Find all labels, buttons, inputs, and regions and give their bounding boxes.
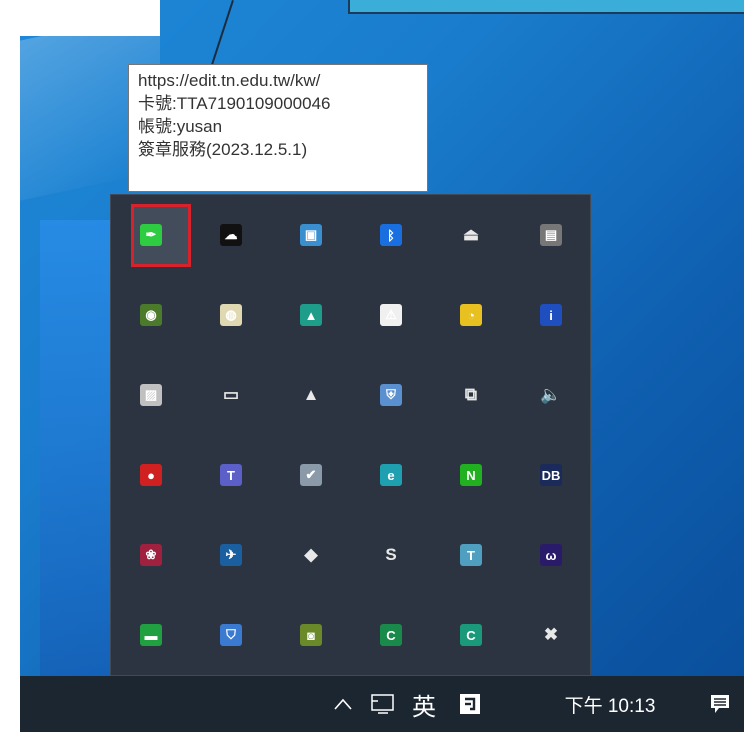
ime-mode-icon	[460, 694, 480, 714]
line-messenger-icon: N	[460, 464, 482, 486]
tray-icon-cell[interactable]: ✔	[271, 435, 351, 515]
tray-icon-cell[interactable]: ✖	[511, 595, 591, 675]
tooltip-card-number: 卡號:TTA7190109000046	[138, 94, 331, 113]
mountain-app-icon: ▲	[300, 304, 322, 326]
locked-clock-icon: ◔	[460, 304, 482, 326]
tooltip-account: 帳號:yusan	[138, 117, 223, 136]
tray-icon-cell[interactable]: ▣	[271, 195, 351, 275]
tray-icon-cell[interactable]: ⧉	[431, 355, 511, 435]
tray-icon-cell[interactable]: ◆	[271, 515, 351, 595]
tray-icon-cell[interactable]: ⚠	[351, 275, 431, 355]
screen-margin-top	[0, 0, 160, 36]
shield-icon: ⛨	[380, 384, 402, 406]
teams-icon: T	[220, 464, 242, 486]
usb-stop-icon: ✖	[543, 625, 559, 644]
check-app-icon: ✔	[300, 464, 322, 486]
tray-icon-cell[interactable]: ω	[511, 515, 591, 595]
green-c-icon: C	[380, 624, 402, 646]
screen-margin	[0, 0, 20, 732]
tray-icon-cell[interactable]: ▲	[271, 275, 351, 355]
tray-icon-cell[interactable]: 🔈	[511, 355, 591, 435]
tooltip-service-version: 簽章服務(2023.12.5.1)	[138, 140, 308, 159]
tooltip-url: https://edit.tn.edu.tw/kw/	[138, 71, 321, 90]
webex-icon: ω	[540, 544, 562, 566]
security-warning-icon: ⚠	[380, 304, 402, 326]
tray-icon-cell[interactable]: ᛒ	[351, 195, 431, 275]
tray-icon-cell[interactable]: e	[351, 435, 431, 515]
tray-icon-cell[interactable]: ▨	[111, 355, 191, 435]
db-app-icon: DB	[540, 464, 562, 486]
tray-icon-cell[interactable]: ⛨	[351, 355, 431, 435]
shield-lock-icon: ⛉	[220, 624, 242, 646]
red-green-logo-icon: ▲	[302, 385, 320, 404]
tray-icon-cell[interactable]: ◙	[271, 595, 351, 675]
tray-icon-cell[interactable]: N	[431, 435, 511, 515]
eset-icon: e	[380, 464, 402, 486]
green-screen-icon: ◙	[300, 624, 322, 646]
dropbox-icon: ◆	[304, 545, 318, 564]
tray-icon-cell[interactable]: ▲	[271, 355, 351, 435]
tray-icon-cell[interactable]: ✈	[191, 515, 271, 595]
tray-icon-cell[interactable]: ▭	[191, 355, 271, 435]
action-center-button[interactable]	[700, 676, 740, 732]
tray-icon-cell[interactable]: i	[511, 275, 591, 355]
green-c2-icon: C	[460, 624, 482, 646]
ime-language-button[interactable]: 英	[404, 676, 444, 732]
tray-icon-cell[interactable]: ◔	[431, 275, 511, 355]
taskbar-clock[interactable]: 下午 10:13	[550, 676, 670, 732]
tray-icon-cell[interactable]: ◍	[191, 275, 271, 355]
tray-icon-cell[interactable]: ⏏	[431, 195, 511, 275]
battery-icon: ▭	[222, 385, 240, 404]
show-hidden-icons-button[interactable]	[328, 676, 358, 732]
synergy-icon: S	[385, 545, 397, 564]
tray-icon-cell[interactable]: S	[351, 515, 431, 595]
taskbar: 英 下午 10:13	[20, 676, 744, 732]
nvidia-icon: ◉	[140, 304, 162, 326]
display-icon	[371, 694, 394, 714]
tray-icon-cell[interactable]: ●	[111, 435, 191, 515]
storage-icon: ▤	[540, 224, 562, 246]
usb-eject-icon: ⏏	[462, 225, 480, 244]
annotation-callout	[348, 0, 744, 14]
disk-utility-icon: ◍	[220, 304, 242, 326]
tray-icon-cell[interactable]: ✒	[111, 195, 191, 275]
photo-tool-icon: ▨	[140, 384, 162, 406]
tray-icon-cell[interactable]: DB	[511, 435, 591, 515]
green-window-icon: ▬	[140, 624, 162, 646]
desktop-display-button[interactable]	[365, 676, 401, 732]
bluetooth-icon: ᛒ	[380, 224, 402, 246]
tray-icon-cell[interactable]: ⛉	[191, 595, 271, 675]
speaker-icon: 🔈	[540, 385, 562, 404]
tray-icon-cell[interactable]: C	[351, 595, 431, 675]
tsss-app-icon: T	[460, 544, 482, 566]
notification-icon	[711, 695, 729, 713]
info-icon: i	[540, 304, 562, 326]
ime-mode-button[interactable]	[452, 676, 488, 732]
tray-icon-cell[interactable]: ◉	[111, 275, 191, 355]
tray-icon-cell[interactable]: T	[191, 435, 271, 515]
notification-area-overflow-panel: ✒ ☁ ▣ ᛒ ⏏ ▤ ◉ ◍ ▲ ⚠ ◔ i ▨ ▭ ▲ ⛨ ⧉ 🔈 ● T ✔ e N DB ❀ ✈ ◆ S Tω ▬ ⛉ ◙ C C ✖	[110, 194, 591, 676]
chevron-up-icon	[334, 698, 352, 710]
network-monitor-icon: ▣	[300, 224, 322, 246]
signature-service-icon: ✒	[140, 224, 162, 246]
tray-icon-cell[interactable]: ▬	[111, 595, 191, 675]
meet-now-icon: ⧉	[464, 385, 478, 404]
tray-icon-cell[interactable]: ☁	[191, 195, 271, 275]
tray-icon-cell[interactable]: ❀	[111, 515, 191, 595]
satellite-app-icon: ✈	[220, 544, 242, 566]
red-ball-app-icon: ●	[140, 464, 162, 486]
tray-icon-cell[interactable]: C	[431, 595, 511, 675]
emblem-app-icon: ❀	[140, 544, 162, 566]
tray-icon-tooltip: https://edit.tn.edu.tw/kw/ 卡號:TTA7190109…	[128, 64, 428, 192]
cloud-sync-icon: ☁	[220, 224, 242, 246]
tray-icon-cell[interactable]: T	[431, 515, 511, 595]
tray-icon-cell[interactable]: ▤	[511, 195, 591, 275]
